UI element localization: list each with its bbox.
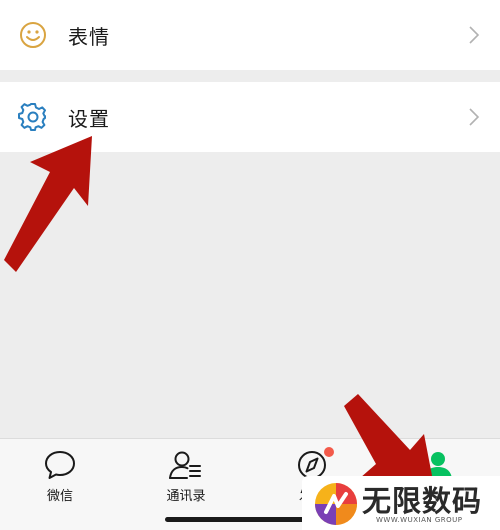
tab-contacts-label: 通讯录 bbox=[166, 489, 206, 504]
home-indicator bbox=[165, 517, 305, 522]
watermark-title: 无限数码 bbox=[362, 484, 483, 518]
watermark: 无限数码 WWW.WUXIAN GROUP bbox=[302, 476, 500, 530]
contacts-icon bbox=[169, 451, 201, 479]
tab-contacts[interactable]: 通讯录 bbox=[146, 449, 226, 504]
watermark-logo-icon bbox=[315, 483, 357, 525]
menu-item-emoji[interactable]: 表情 bbox=[0, 0, 500, 70]
notification-dot bbox=[324, 447, 334, 457]
chevron-right-icon bbox=[469, 108, 480, 126]
smiley-icon bbox=[20, 22, 46, 48]
menu-item-emoji-label: 表情 bbox=[68, 24, 110, 49]
chat-bubble-icon bbox=[45, 451, 75, 479]
menu-item-settings[interactable]: 设置 bbox=[0, 82, 500, 152]
tab-chats[interactable]: 微信 bbox=[20, 449, 100, 504]
chevron-right-icon bbox=[469, 26, 480, 44]
tab-chats-label: 微信 bbox=[46, 489, 73, 504]
gear-icon bbox=[18, 103, 46, 131]
watermark-subtitle: WWW.WUXIAN GROUP bbox=[376, 516, 463, 524]
menu-item-settings-label: 设置 bbox=[68, 106, 110, 131]
